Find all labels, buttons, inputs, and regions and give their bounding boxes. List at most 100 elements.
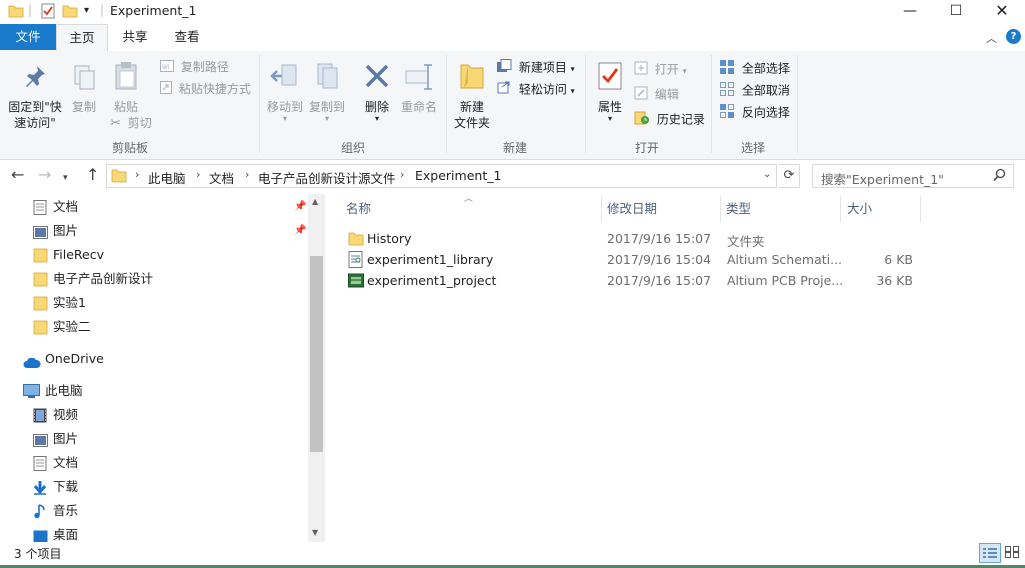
folder-icon bbox=[8, 3, 24, 22]
help-icon[interactable]: ? bbox=[1006, 29, 1021, 44]
back-button[interactable]: ← bbox=[11, 167, 24, 183]
paste-shortcut-button[interactable]: 粘贴快捷方式 bbox=[160, 81, 251, 98]
search-input[interactable]: 搜索"Experiment_1" bbox=[821, 169, 944, 188]
scrollbar-thumb[interactable] bbox=[310, 256, 323, 452]
breadcrumb-documents[interactable]: 文档 bbox=[209, 168, 234, 187]
maximize-button[interactable]: ☐ bbox=[933, 0, 979, 24]
column-header-date[interactable]: 修改日期 bbox=[607, 199, 657, 223]
pin-icon[interactable]: 📌 bbox=[294, 220, 306, 242]
move-to-button[interactable]: 移动到 ▾ bbox=[264, 61, 306, 123]
breadcrumb-experiment[interactable]: Experiment_1 bbox=[415, 168, 501, 183]
new-folder-button[interactable]: 新建 文件夹 bbox=[450, 61, 494, 131]
ribbon: 固定到"快 速访问" 复制 粘贴 Wi 复制路径 粘贴快捷方式 ✂ 剪切 剪贴板… bbox=[0, 51, 1025, 160]
breadcrumb-source-files[interactable]: 电子产品创新设计源文件 bbox=[258, 168, 396, 187]
tab-home[interactable]: 主页 bbox=[56, 24, 108, 52]
nav-item-onedrive[interactable]: OneDrive bbox=[0, 348, 308, 370]
scissors-icon: ✂ bbox=[110, 115, 121, 131]
rename-icon bbox=[398, 61, 440, 95]
file-row[interactable]: experiment1_library 2017/9/16 15:04 Alti… bbox=[341, 249, 921, 270]
open-icon bbox=[634, 61, 648, 79]
window-title: Experiment_1 bbox=[110, 3, 197, 18]
select-none-button[interactable]: 全部取消 bbox=[719, 81, 790, 101]
column-header-type[interactable]: 类型 bbox=[726, 199, 751, 223]
copy-path-button[interactable]: Wi 复制路径 bbox=[160, 59, 229, 76]
history-button[interactable]: 历史记录 bbox=[634, 111, 705, 129]
nav-scrollbar[interactable]: ▲ ▼ bbox=[308, 194, 325, 542]
tab-share[interactable]: 共享 bbox=[110, 24, 160, 50]
nav-item-videos[interactable]: 视频 bbox=[0, 404, 308, 426]
cut-button[interactable]: ✂ 剪切 bbox=[110, 115, 152, 132]
file-row[interactable]: History 2017/9/16 15:07 文件夹 bbox=[341, 228, 921, 249]
scroll-up-icon[interactable]: ▲ bbox=[312, 197, 318, 206]
nav-item-pc-documents[interactable]: 文档 bbox=[0, 452, 308, 474]
minimize-button[interactable]: — bbox=[887, 0, 933, 24]
column-divider[interactable] bbox=[601, 196, 602, 222]
chevron-right-icon[interactable]: › bbox=[245, 168, 249, 181]
nav-item-documents[interactable]: 文档 📌 bbox=[0, 196, 308, 218]
forward-button[interactable]: → bbox=[38, 167, 51, 183]
pin-quick-access-button[interactable]: 固定到"快 速访问" bbox=[6, 63, 64, 131]
new-item-button[interactable]: 新建项目 ▾ bbox=[496, 59, 575, 78]
invert-selection-button[interactable]: 反向选择 bbox=[719, 103, 790, 123]
nav-item-desktop[interactable]: 桌面 bbox=[0, 524, 308, 542]
file-type: Altium Schemati... bbox=[727, 252, 843, 267]
large-icons-view-button[interactable] bbox=[1002, 543, 1022, 561]
pin-icon[interactable]: 📌 bbox=[294, 196, 306, 218]
properties-button[interactable]: 属性 ▾ bbox=[590, 61, 630, 123]
separator: | bbox=[28, 3, 33, 17]
nav-item-product-design[interactable]: 电子产品创新设计 bbox=[0, 268, 308, 290]
copy-to-button[interactable]: 复制到 ▾ bbox=[306, 61, 348, 123]
column-header-size[interactable]: 大小 bbox=[847, 199, 872, 223]
open-button[interactable]: 打开 ▾ bbox=[634, 61, 687, 80]
breadcrumb-this-pc[interactable]: 此电脑 bbox=[148, 168, 186, 187]
nav-item-pc-pictures[interactable]: 图片 bbox=[0, 428, 308, 450]
navigation-pane: 文档 📌 图片 📌 FileRecv 电子产品创新设计 实验1 实验二 OneD… bbox=[0, 194, 308, 542]
close-button[interactable]: ✕ bbox=[979, 0, 1025, 24]
address-bar[interactable]: › 此电脑 › 文档 › 电子产品创新设计源文件 › Experiment_1 … bbox=[106, 164, 777, 188]
documents-icon bbox=[33, 200, 47, 222]
downloads-icon bbox=[33, 480, 47, 502]
address-dropdown-icon[interactable]: ⌄ bbox=[763, 169, 771, 180]
chevron-right-icon[interactable]: › bbox=[196, 168, 200, 181]
select-all-icon bbox=[719, 59, 735, 79]
search-icon[interactable] bbox=[993, 168, 1006, 185]
up-button[interactable]: ↑ bbox=[86, 167, 99, 183]
column-header-name[interactable]: 名称 bbox=[346, 199, 371, 223]
nav-item-filerecv[interactable]: FileRecv bbox=[0, 244, 308, 266]
folder-icon bbox=[33, 296, 48, 318]
customize-quick-access-icon[interactable]: ▾ bbox=[84, 5, 89, 16]
details-view-button[interactable] bbox=[979, 543, 1001, 563]
tab-file[interactable]: 文件 bbox=[0, 24, 56, 50]
easy-access-button[interactable]: 轻松访问 ▾ bbox=[496, 81, 575, 100]
rename-button[interactable]: 重命名 bbox=[398, 61, 440, 115]
paste-button[interactable]: 粘贴 bbox=[106, 61, 146, 115]
nav-item-experiment1[interactable]: 实验1 bbox=[0, 292, 308, 314]
column-divider[interactable] bbox=[920, 196, 921, 222]
tab-view[interactable]: 查看 bbox=[162, 24, 212, 50]
refresh-button[interactable]: ⟳ bbox=[779, 164, 800, 188]
chevron-right-icon[interactable]: › bbox=[400, 168, 404, 181]
file-row[interactable]: experiment1_project 2017/9/16 15:07 Alti… bbox=[341, 270, 921, 291]
copy-button[interactable]: 复制 bbox=[66, 63, 102, 115]
chevron-right-icon[interactable]: › bbox=[135, 168, 139, 181]
select-all-button[interactable]: 全部选择 bbox=[719, 59, 790, 79]
nav-item-experiment2[interactable]: 实验二 bbox=[0, 316, 308, 338]
delete-button[interactable]: 删除 ▾ bbox=[358, 61, 396, 123]
recent-locations-icon[interactable]: ▾ bbox=[63, 170, 68, 186]
nav-item-this-pc[interactable]: 此电脑 bbox=[0, 380, 308, 402]
scroll-down-icon[interactable]: ▼ bbox=[312, 528, 318, 537]
edit-button[interactable]: 编辑 bbox=[634, 86, 679, 104]
properties-quick-icon[interactable] bbox=[40, 3, 56, 22]
group-separator bbox=[259, 55, 260, 153]
column-divider[interactable] bbox=[720, 196, 721, 222]
search-box[interactable]: 搜索"Experiment_1" bbox=[812, 164, 1014, 188]
nav-item-downloads[interactable]: 下载 bbox=[0, 476, 308, 498]
file-date: 2017/9/16 15:04 bbox=[607, 252, 712, 267]
nav-item-music[interactable]: 音乐 bbox=[0, 500, 308, 522]
nav-item-pictures[interactable]: 图片 📌 bbox=[0, 220, 308, 242]
group-label-clipboard: 剪贴板 bbox=[111, 141, 148, 155]
column-divider[interactable] bbox=[840, 196, 841, 222]
new-folder-quick-icon[interactable] bbox=[62, 3, 78, 22]
file-type: Altium PCB Proje... bbox=[727, 273, 844, 288]
collapse-ribbon-icon[interactable]: ︿ bbox=[986, 30, 997, 46]
